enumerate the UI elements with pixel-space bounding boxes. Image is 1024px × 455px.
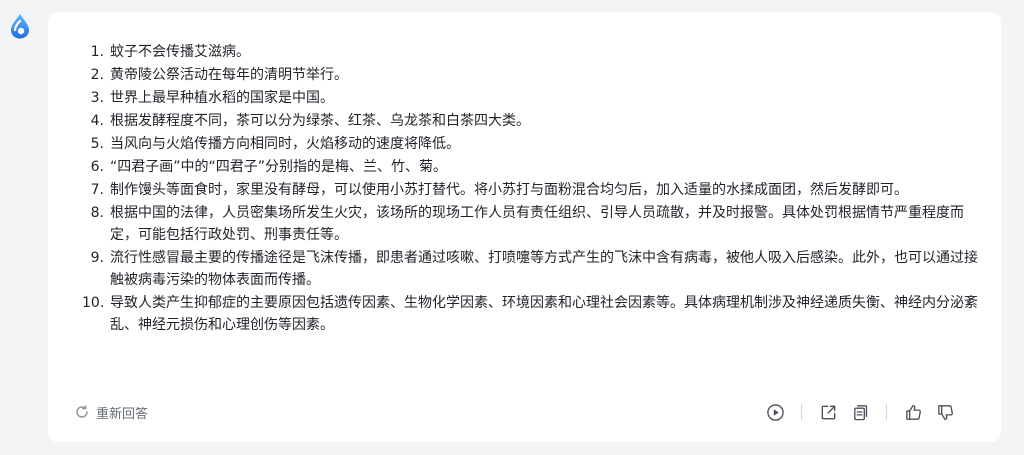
list-item: 5. 当风向与火焰传播方向相同时，火焰移动的速度将降低。 <box>88 133 978 155</box>
list-item: 9. 流行性感冒最主要的传播途径是飞沫传播，即患者通过咳嗽、打喷嚏等方式产生的飞… <box>88 247 978 291</box>
list-item-number: 10. <box>82 295 105 311</box>
list-item-number: 9. <box>90 250 104 266</box>
list-item-text: 黄帝陵公祭活动在每年的清明节举行。 <box>110 67 348 83</box>
list-item-number: 1. <box>90 44 104 60</box>
water-drop-logo-icon <box>11 14 29 39</box>
list-item-number: 6. <box>90 159 104 175</box>
list-item-text: “四君子画”中的“四君子”分别指的是梅、兰、竹、菊。 <box>110 159 448 175</box>
copy-icon <box>853 404 867 420</box>
list-item-number: 7. <box>90 182 104 198</box>
list-item-number: 2. <box>90 67 104 83</box>
share-icon <box>821 405 835 419</box>
regenerate-label: 重新回答 <box>96 406 149 422</box>
list-item-text: 导致人类产生抑郁症的主要原因包括遗传因素、生物化学因素、环境因素和心理社会因素等… <box>110 295 978 333</box>
list-item-number: 8. <box>90 205 104 221</box>
play-audio-button[interactable] <box>759 400 791 424</box>
answer-footer: 重新回答 <box>74 400 961 424</box>
share-button[interactable] <box>812 400 844 424</box>
list-item-text: 蚊子不会传播艾滋病。 <box>110 44 250 60</box>
list-item-number: 4. <box>90 113 104 129</box>
copy-button[interactable] <box>844 400 876 424</box>
play-circle-icon <box>766 403 784 421</box>
chat-page: 1. 蚊子不会传播艾滋病。 2. 黄帝陵公祭活动在每年的清明节举行。 3. 世界… <box>0 0 1024 455</box>
list-item-text: 根据中国的法律，人员密集场所发生火灾，该场所的现场工作人员有责任组织、引导人员疏… <box>110 205 964 243</box>
divider <box>801 404 802 420</box>
dislike-button[interactable] <box>929 400 961 424</box>
list-item: 7. 制作馒头等面食时，家里没有酵母，可以使用小苏打替代。将小苏打与面粉混合均匀… <box>88 179 978 201</box>
list-item: 6. “四君子画”中的“四君子”分别指的是梅、兰、竹、菊。 <box>88 156 978 178</box>
answer-list: 1. 蚊子不会传播艾滋病。 2. 黄帝陵公祭活动在每年的清明节举行。 3. 世界… <box>82 41 978 337</box>
answer-card: 1. 蚊子不会传播艾滋病。 2. 黄帝陵公祭活动在每年的清明节举行。 3. 世界… <box>48 12 1001 442</box>
list-item: 10. 导致人类产生抑郁症的主要原因包括遗传因素、生物化学因素、环境因素和心理社… <box>82 292 978 336</box>
list-item: 2. 黄帝陵公祭活动在每年的清明节举行。 <box>88 64 978 86</box>
thumbs-down-icon <box>937 404 953 420</box>
list-item-number: 3. <box>90 90 104 106</box>
refresh-icon <box>76 405 88 418</box>
list-item-text: 世界上最早种植水稻的国家是中国。 <box>110 90 334 106</box>
list-item: 3. 世界上最早种植水稻的国家是中国。 <box>88 87 978 109</box>
regenerate-button[interactable]: 重新回答 <box>74 403 148 422</box>
list-item-text: 制作馒头等面食时，家里没有酵母，可以使用小苏打替代。将小苏打与面粉混合均匀后，加… <box>110 182 908 198</box>
list-item-number: 5. <box>90 136 104 152</box>
list-item: 4. 根据发酵程度不同，茶可以分为绿茶、红茶、乌龙茶和白茶四大类。 <box>88 110 978 132</box>
list-item: 8. 根据中国的法律，人员密集场所发生火灾，该场所的现场工作人员有责任组织、引导… <box>88 202 978 246</box>
list-item-text: 流行性感冒最主要的传播途径是飞沫传播，即患者通过咳嗽、打喷嚏等方式产生的飞沫中含… <box>110 250 978 288</box>
list-item-text: 当风向与火焰传播方向相同时，火焰移动的速度将降低。 <box>110 136 460 152</box>
list-item: 1. 蚊子不会传播艾滋病。 <box>88 41 978 63</box>
list-item-text: 根据发酵程度不同，茶可以分为绿茶、红茶、乌龙茶和白茶四大类。 <box>110 113 530 129</box>
answer-actions <box>759 400 961 424</box>
thumbs-up-icon <box>905 404 921 420</box>
assistant-avatar <box>6 12 34 40</box>
like-button[interactable] <box>897 400 929 424</box>
divider <box>886 404 887 420</box>
